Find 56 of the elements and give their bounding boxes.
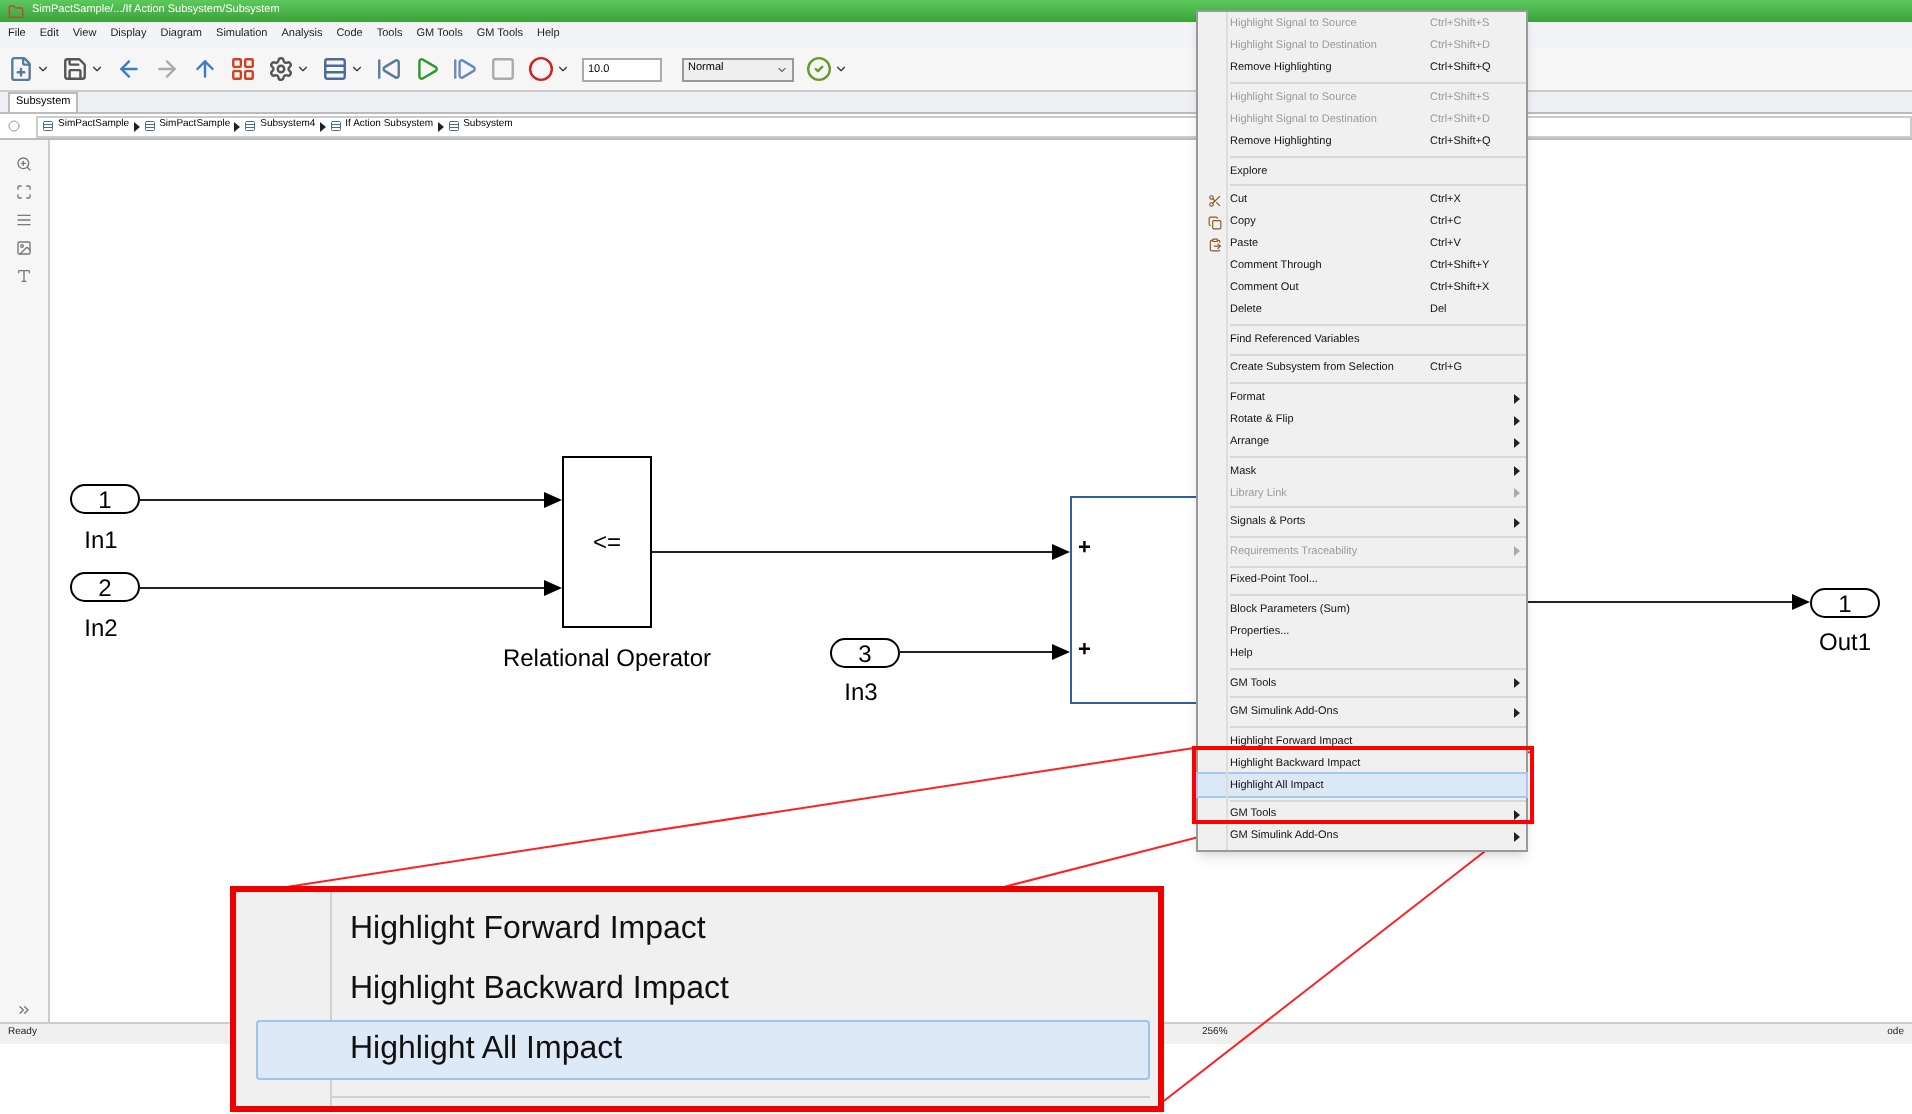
step-forward-icon[interactable] <box>452 56 478 82</box>
expand-icon[interactable] <box>16 1002 32 1018</box>
relational-operator-block: <= <box>562 456 652 628</box>
up-icon[interactable] <box>192 56 218 82</box>
check-icon[interactable] <box>806 56 832 82</box>
fit-view-icon[interactable] <box>16 184 32 200</box>
stop-icon[interactable] <box>490 56 516 82</box>
caret-icon[interactable] <box>90 62 104 76</box>
run-icon[interactable] <box>414 56 440 82</box>
menu-item[interactable]: Highlight Backward Impact <box>256 960 1150 1020</box>
copy-icon <box>1207 215 1221 230</box>
separator-arrow-icon <box>437 121 444 131</box>
sign-label: + <box>1078 636 1091 667</box>
model-icon <box>244 120 257 132</box>
menu-item[interactable]: Highlight All Impact <box>256 1020 1150 1080</box>
paste-icon <box>1207 237 1221 252</box>
caret-icon[interactable] <box>350 62 364 76</box>
image-icon[interactable] <box>16 240 32 256</box>
caret-icon <box>776 63 788 75</box>
model-icon <box>329 120 342 132</box>
caret-icon[interactable] <box>834 62 848 76</box>
caret-icon[interactable] <box>556 62 570 76</box>
block-label: In3 <box>842 676 880 708</box>
separator-arrow-icon <box>133 121 140 131</box>
block-label: Out1 <box>1816 626 1873 658</box>
separator-arrow-icon <box>234 121 241 131</box>
annotation-icon[interactable] <box>16 268 32 284</box>
hide-button-icon[interactable] <box>8 120 20 132</box>
separator-arrow-icon <box>319 121 326 131</box>
model-icon <box>42 120 54 132</box>
library-icon[interactable] <box>230 56 256 82</box>
back-icon[interactable] <box>116 56 142 82</box>
scissors-icon <box>1207 193 1221 208</box>
sign-label: + <box>1078 534 1091 565</box>
block-label: In2 <box>82 612 120 644</box>
block-label: In1 <box>82 524 120 556</box>
forward-icon[interactable] <box>154 56 180 82</box>
caret-icon[interactable] <box>36 62 50 76</box>
caret-icon[interactable] <box>296 62 310 76</box>
app-icon <box>8 3 24 19</box>
model-explorer-icon[interactable] <box>322 56 348 82</box>
step-back-icon[interactable] <box>376 56 402 82</box>
list-icon[interactable] <box>16 212 32 228</box>
settings-icon[interactable] <box>268 56 294 82</box>
model-icon <box>143 120 156 132</box>
model-icon <box>447 120 460 132</box>
inport-block: 3 <box>830 638 900 668</box>
zoom-icon[interactable] <box>16 156 32 172</box>
record-icon[interactable] <box>528 56 554 82</box>
inport-block: 2 <box>70 572 140 602</box>
new-file-icon[interactable] <box>8 56 34 82</box>
block-label: Relational Operator <box>502 642 712 674</box>
menu-item[interactable]: Highlight Forward Impact <box>256 900 1150 960</box>
outport-block: 1 <box>1810 588 1880 618</box>
inport-block: 1 <box>70 484 140 514</box>
save-icon[interactable] <box>62 56 88 82</box>
